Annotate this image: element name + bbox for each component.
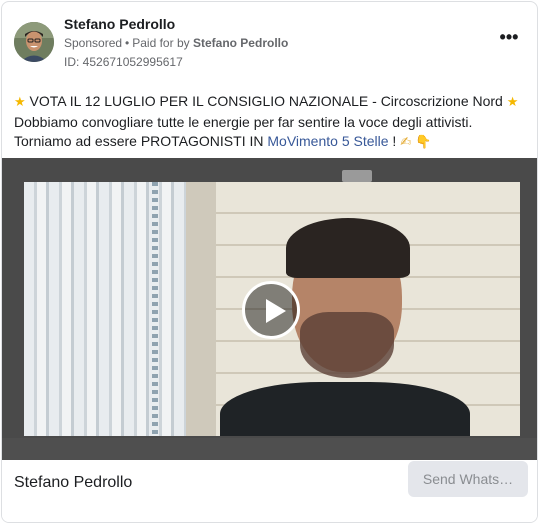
dot-separator: • — [125, 36, 130, 50]
line3-suffix: ! — [392, 133, 397, 149]
video-player[interactable] — [2, 158, 537, 460]
ad-card: Stefano Pedrollo Sponsored • Paid for by S… — [1, 1, 538, 523]
sponsored-line: Sponsored • Paid for by Stefano Pedrollo — [64, 36, 288, 50]
paid-for-name: Stefano Pedrollo — [192, 36, 289, 50]
curtain-image — [24, 182, 186, 436]
post-text-line-1: ★ VOTA IL 12 LUGLIO PER IL CONSIGLIO NAZ… — [14, 92, 529, 113]
ad-footer: Stefano Pedrollo Send Whats… — [2, 460, 537, 522]
footer-title[interactable]: Stefano Pedrollo — [14, 474, 132, 492]
sponsored-label[interactable]: Sponsored — [64, 36, 122, 50]
more-options-icon[interactable]: ••• — [497, 28, 521, 50]
curtain-trim — [152, 182, 158, 436]
send-whatsapp-button[interactable]: Send Whats… — [408, 461, 528, 497]
writing-hand-icon: ✍ — [400, 135, 412, 150]
headline-text: VOTA IL 12 LUGLIO PER IL CONSIGLIO NAZIO… — [29, 93, 503, 109]
avatar-image — [14, 22, 54, 62]
star-icon: ★ — [506, 95, 519, 110]
person-shirt — [220, 382, 470, 436]
video-artifact — [342, 170, 372, 182]
star-icon: ★ — [14, 95, 26, 110]
video-bottom-bar — [2, 438, 537, 460]
paid-for-prefix: Paid for by — [132, 36, 190, 50]
author-name[interactable]: Stefano Pedrollo — [64, 16, 175, 32]
post-text-line-2: Dobbiamo convogliare tutte le energie pe… — [14, 113, 473, 130]
avatar[interactable] — [14, 22, 54, 62]
post-header: Stefano Pedrollo Sponsored • Paid for by S… — [2, 2, 537, 82]
person-hair — [286, 218, 410, 278]
ad-id: ID: 452671052995617 — [64, 55, 183, 69]
pointing-down-icon: 👇 — [414, 135, 432, 150]
line3-prefix: Torniamo ad essere PROTAGONISTI IN — [14, 133, 264, 149]
person-beard — [300, 312, 394, 378]
play-icon — [266, 299, 286, 323]
window-frame — [186, 182, 216, 436]
post-text: ★ VOTA IL 12 LUGLIO PER IL CONSIGLIO NAZ… — [14, 92, 529, 153]
post-text-line-3: Torniamo ad essere PROTAGONISTI IN MoVim… — [14, 132, 529, 153]
play-button[interactable] — [242, 281, 300, 339]
page-link[interactable]: MoVimento 5 Stelle — [267, 133, 388, 149]
